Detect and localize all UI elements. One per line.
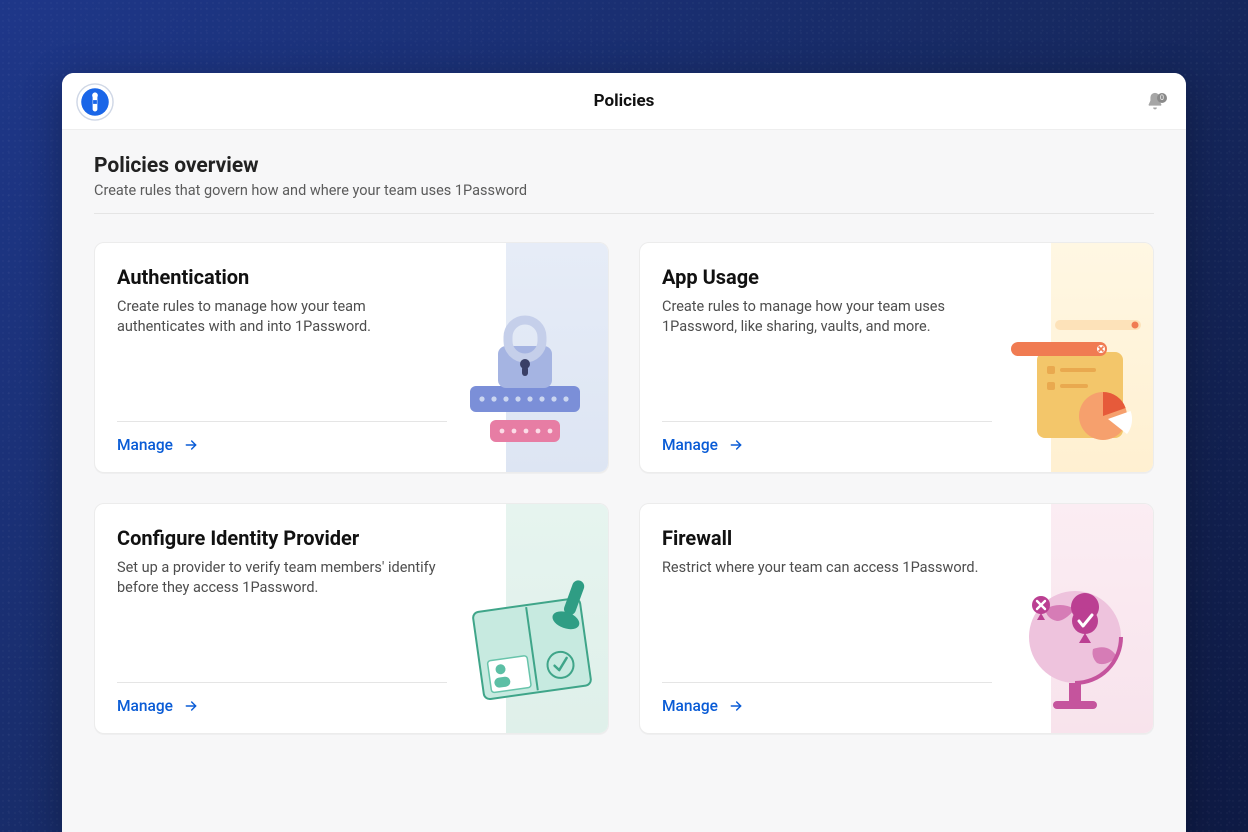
- card-illustration: [506, 243, 608, 472]
- card-title: Firewall: [662, 526, 1029, 550]
- card-title: Configure Identity Provider: [117, 526, 484, 550]
- manage-app-usage-link[interactable]: Manage: [662, 436, 1029, 454]
- arrow-right-icon: [183, 698, 199, 714]
- card-description: Create rules to manage how your team use…: [662, 297, 992, 338]
- card-app-usage: App Usage Create rules to manage how you…: [639, 242, 1154, 473]
- card-description: Set up a provider to verify team members…: [117, 558, 447, 599]
- card-description: Restrict where your team can access 1Pas…: [662, 558, 992, 578]
- card-authentication: Authentication Create rules to manage ho…: [94, 242, 609, 473]
- topbar: Policies 0: [62, 73, 1186, 130]
- manage-label: Manage: [117, 697, 173, 715]
- card-illustration: [1051, 504, 1153, 733]
- divider: [117, 421, 447, 422]
- divider: [662, 421, 992, 422]
- manage-authentication-link[interactable]: Manage: [117, 436, 484, 454]
- section-header: Policies overview Create rules that gove…: [94, 154, 1154, 199]
- card-title: Authentication: [117, 265, 484, 289]
- manage-label: Manage: [117, 436, 173, 454]
- main-content: Policies overview Create rules that gove…: [62, 130, 1186, 758]
- cards-grid: Authentication Create rules to manage ho…: [94, 242, 1154, 734]
- notifications-button[interactable]: 0: [1144, 91, 1166, 113]
- card-illustration: [1051, 243, 1153, 472]
- arrow-right-icon: [728, 698, 744, 714]
- card-firewall: Firewall Restrict where your team can ac…: [639, 503, 1154, 734]
- divider: [117, 682, 447, 683]
- passport-icon: [460, 559, 600, 719]
- arrow-right-icon: [183, 437, 199, 453]
- divider: [662, 682, 992, 683]
- overview-subtext: Create rules that govern how and where y…: [94, 182, 1154, 199]
- card-identity-provider: Configure Identity Provider Set up a pro…: [94, 503, 609, 734]
- manage-firewall-link[interactable]: Manage: [662, 697, 1029, 715]
- arrow-right-icon: [728, 437, 744, 453]
- manage-label: Manage: [662, 436, 718, 454]
- app-logo-icon[interactable]: [76, 83, 114, 121]
- globe-icon: [1005, 559, 1145, 719]
- card-description: Create rules to manage how your team aut…: [117, 297, 447, 338]
- app-window: Policies 0 Policies overview Create rule…: [62, 73, 1186, 832]
- card-title: App Usage: [662, 265, 1029, 289]
- card-illustration: [506, 504, 608, 733]
- manage-idp-link[interactable]: Manage: [117, 697, 484, 715]
- report-icon: [1005, 298, 1145, 458]
- lock-icon: [460, 298, 600, 458]
- divider: [94, 213, 1154, 214]
- page-title: Policies: [594, 91, 655, 111]
- overview-heading: Policies overview: [94, 154, 1154, 178]
- manage-label: Manage: [662, 697, 718, 715]
- notification-count-badge: 0: [1157, 93, 1167, 103]
